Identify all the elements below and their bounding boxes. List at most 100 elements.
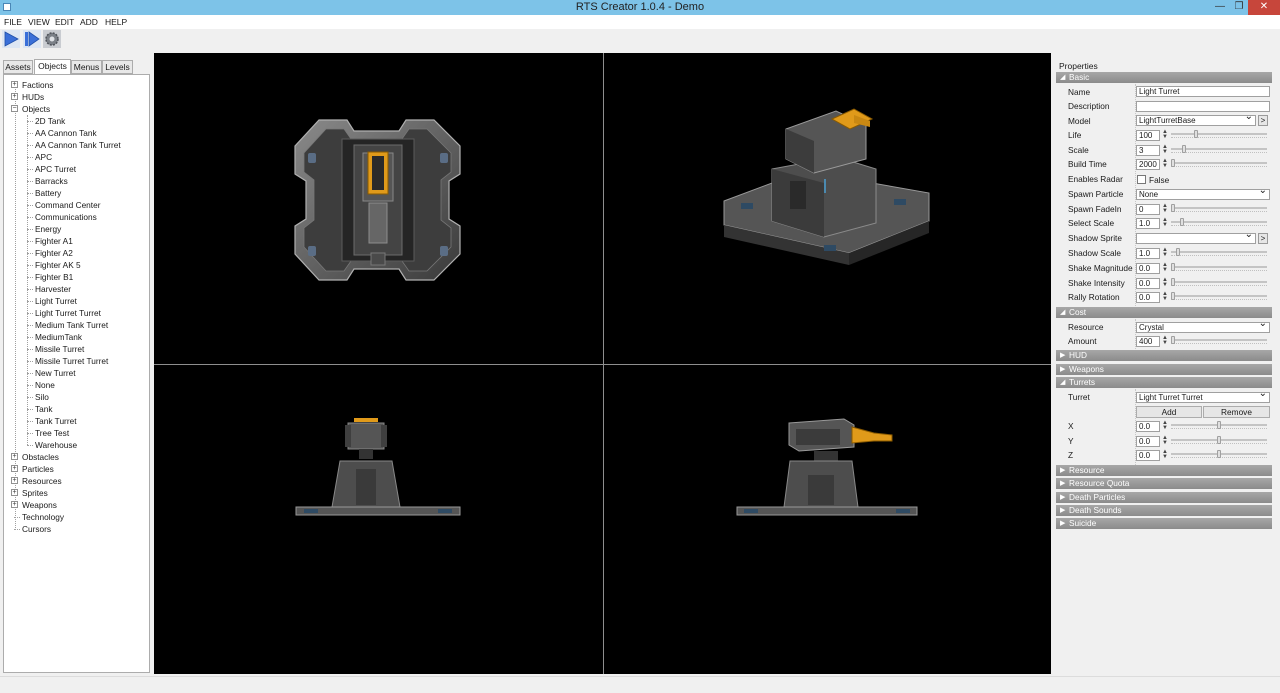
tree-item-object[interactable]: Tree Test [35, 427, 69, 439]
tree-item-folder[interactable]: Technology [22, 511, 64, 523]
minimize-button[interactable]: — [1213, 0, 1227, 15]
tree-item-folder[interactable]: Sprites [22, 487, 48, 499]
tree-item-object[interactable]: AA Cannon Tank Turret [35, 139, 121, 151]
turret-y-field[interactable]: 0.0 [1136, 436, 1160, 447]
tree-item-object[interactable]: Communications [35, 211, 97, 223]
tree-item-object[interactable]: None [35, 379, 55, 391]
selectscale-field[interactable]: 1.0 [1136, 218, 1160, 229]
expand-toggle-icon[interactable]: + [11, 477, 18, 484]
close-button[interactable]: ✕ [1248, 0, 1280, 15]
add-turret-button[interactable]: Add [1136, 406, 1202, 418]
section-resource[interactable]: ▶ Resource [1056, 465, 1272, 476]
name-field[interactable]: Light Turret [1136, 86, 1270, 97]
section-death-sounds[interactable]: ▶ Death Sounds [1056, 505, 1272, 516]
turret-x-slider[interactable] [1171, 421, 1267, 430]
turret-dropdown[interactable]: Light Turret Turret [1136, 392, 1270, 403]
tree-item-folder[interactable]: Weapons [22, 499, 57, 511]
life-field[interactable]: 100 [1136, 130, 1160, 141]
remove-turret-button[interactable]: Remove [1203, 406, 1270, 418]
shakemag-spinner[interactable]: ▲ ▼ [1161, 262, 1169, 274]
tree-item-folder[interactable]: Resources [22, 475, 62, 487]
shadowscale-slider[interactable] [1171, 248, 1267, 257]
menu-add[interactable]: ADD [80, 17, 98, 27]
model-dropdown[interactable]: LightTurretBase [1136, 115, 1256, 126]
shadowsprite-browse-button[interactable]: > [1258, 233, 1268, 244]
shadowscale-field[interactable]: 1.0 [1136, 248, 1160, 259]
turret-x-spinner[interactable]: ▲ ▼ [1161, 420, 1169, 432]
tree-item-object[interactable]: Command Center [35, 199, 100, 211]
model-browse-button[interactable]: > [1258, 115, 1268, 126]
section-basic[interactable]: ◢ Basic [1056, 72, 1272, 83]
turret-z-slider[interactable] [1171, 450, 1267, 459]
spawnfade-slider[interactable] [1171, 204, 1267, 213]
section-death-particles[interactable]: ▶ Death Particles [1056, 492, 1272, 503]
tab-assets[interactable]: Assets [3, 60, 33, 74]
tree-item-object[interactable]: Battery [35, 187, 61, 199]
description-field[interactable] [1136, 101, 1270, 112]
shadowscale-spinner[interactable]: ▲ ▼ [1161, 247, 1169, 259]
tree-item-object[interactable]: Warehouse [35, 439, 77, 451]
object-tree[interactable]: + Factions + HUDs − Objects 2D Tank AA Cannon … [3, 74, 150, 673]
spawnparticle-dropdown[interactable]: None [1136, 189, 1270, 200]
turret-y-spinner[interactable]: ▲ ▼ [1161, 435, 1169, 447]
tree-item-object[interactable]: Fighter B1 [35, 271, 73, 283]
amount-spinner[interactable]: ▲ ▼ [1161, 335, 1169, 347]
section-weapons[interactable]: ▶ Weapons [1056, 364, 1272, 375]
viewport-side[interactable] [604, 365, 1051, 674]
tree-item-object[interactable]: Medium Tank Turret [35, 319, 108, 331]
expand-toggle-icon[interactable]: + [11, 465, 18, 472]
expand-toggle-icon[interactable]: − [11, 105, 18, 112]
turret-z-spinner[interactable]: ▲ ▼ [1161, 449, 1169, 461]
selectscale-spinner[interactable]: ▲ ▼ [1161, 217, 1169, 229]
section-resource-quota[interactable]: ▶ Resource Quota [1056, 478, 1272, 489]
life-slider[interactable] [1171, 130, 1267, 139]
tree-item-folder[interactable]: Particles [22, 463, 54, 475]
tree-item-object[interactable]: Fighter AK 5 [35, 259, 81, 271]
turret-x-field[interactable]: 0.0 [1136, 421, 1160, 432]
expand-toggle-icon[interactable]: + [11, 93, 18, 100]
tree-item-object[interactable]: Harvester [35, 283, 71, 295]
menu-file[interactable]: FILE [4, 17, 22, 27]
buildtime-spinner[interactable]: ▲ ▼ [1161, 158, 1169, 170]
spawnfade-spinner[interactable]: ▲ ▼ [1161, 203, 1169, 215]
tree-item-object[interactable]: Silo [35, 391, 49, 403]
turret-z-field[interactable]: 0.0 [1136, 450, 1160, 461]
tree-item-object[interactable]: Missile Turret Turret [35, 355, 108, 367]
tree-item-object[interactable]: Energy [35, 223, 61, 235]
buildtime-slider[interactable] [1171, 159, 1267, 168]
turret-y-slider[interactable] [1171, 436, 1267, 445]
tree-item-object[interactable]: Fighter A1 [35, 235, 73, 247]
settings-button[interactable] [43, 30, 61, 48]
section-turrets[interactable]: ◢ Turrets [1056, 377, 1272, 388]
section-suicide[interactable]: ▶ Suicide [1056, 518, 1272, 529]
tab-menus[interactable]: Menus [71, 60, 102, 74]
expand-toggle-icon[interactable]: + [11, 81, 18, 88]
tree-item-object[interactable]: Light Turret Turret [35, 307, 101, 319]
rally-field[interactable]: 0.0 [1136, 292, 1160, 303]
shakemag-slider[interactable] [1171, 263, 1267, 272]
tree-item-object[interactable]: Light Turret [35, 295, 77, 307]
expand-toggle-icon[interactable]: + [11, 489, 18, 496]
play-button[interactable] [2, 30, 20, 48]
resource-dropdown[interactable]: Crystal [1136, 322, 1270, 333]
section-cost[interactable]: ◢ Cost [1056, 307, 1272, 318]
tree-item-object[interactable]: AA Cannon Tank [35, 127, 97, 139]
tree-item-object[interactable]: 2D Tank [35, 115, 65, 127]
tree-item-object[interactable]: Fighter A2 [35, 247, 73, 259]
expand-toggle-icon[interactable]: + [11, 453, 18, 460]
section-hud[interactable]: ▶ HUD [1056, 350, 1272, 361]
expand-toggle-icon[interactable]: + [11, 501, 18, 508]
tree-item-object[interactable]: New Turret [35, 367, 76, 379]
tree-item-object[interactable]: Missile Turret [35, 343, 84, 355]
life-spinner[interactable]: ▲ ▼ [1161, 129, 1169, 141]
amount-slider[interactable] [1171, 336, 1267, 345]
amount-field[interactable]: 400 [1136, 336, 1160, 347]
spawnfade-field[interactable]: 0 [1136, 204, 1160, 215]
tree-item-object[interactable]: Barracks [35, 175, 68, 187]
tree-item-folder[interactable]: HUDs [22, 91, 44, 103]
viewport-splitter-horizontal[interactable] [154, 364, 1051, 365]
tree-item-object[interactable]: MediumTank [35, 331, 82, 343]
menu-help[interactable]: HELP [105, 17, 127, 27]
tree-item-folder[interactable]: Factions [22, 79, 53, 91]
menu-edit[interactable]: EDIT [55, 17, 74, 27]
